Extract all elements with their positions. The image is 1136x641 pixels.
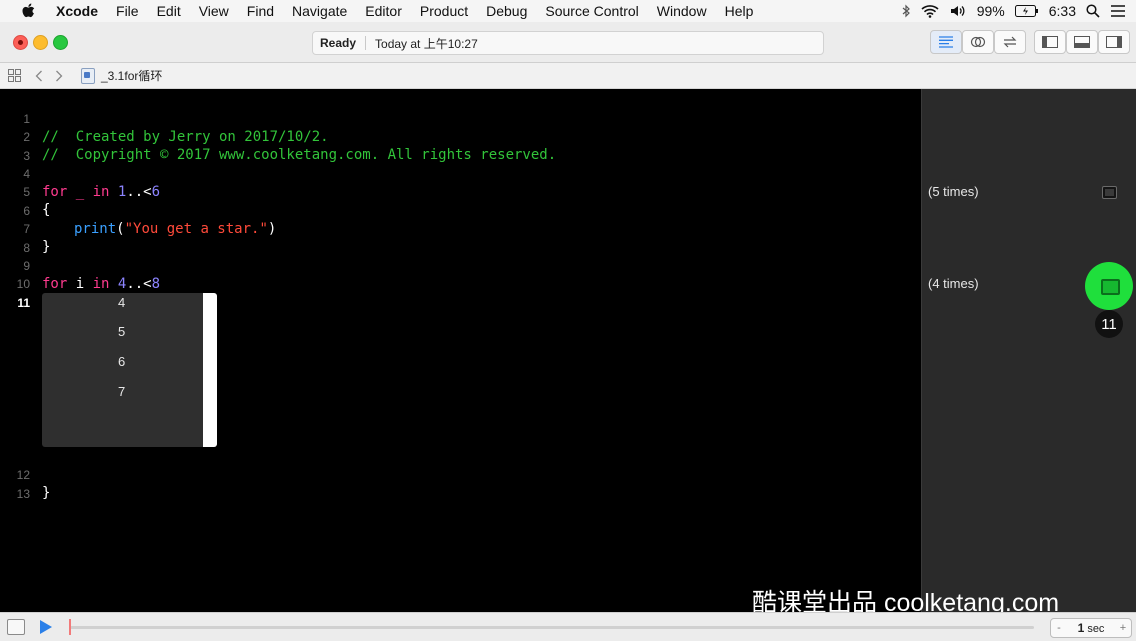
debug-area-panel-icon (1074, 36, 1090, 48)
related-items-icon[interactable] (8, 69, 21, 82)
standard-editor-button[interactable] (930, 30, 962, 54)
code-line: 5 { (0, 165, 921, 218)
result-value: 7 (118, 384, 126, 399)
code-line-current: 11 print(i) (0, 276, 921, 329)
bluetooth-icon[interactable] (901, 4, 911, 18)
code-line: 12 } (0, 448, 921, 501)
decrement-button[interactable]: - (1051, 622, 1067, 634)
increment-button[interactable]: + (1115, 622, 1131, 634)
result-value: 5 (118, 324, 126, 339)
quick-look-icon[interactable] (1102, 186, 1117, 199)
jump-bar: _3.1for循环 (0, 63, 1136, 89)
menu-help[interactable]: Help (725, 3, 754, 19)
back-chevron-icon[interactable] (35, 70, 43, 82)
menu-debug[interactable]: Debug (486, 3, 527, 19)
toggle-navigator-button[interactable] (1034, 30, 1066, 54)
window-toolbar: Ready Today at 上午10:27 (0, 22, 1136, 63)
spotlight-search-icon[interactable] (1086, 4, 1100, 18)
menu-file[interactable]: File (116, 3, 139, 19)
step-unit: sec (1087, 623, 1105, 635)
clock[interactable]: 6:33 (1049, 3, 1076, 19)
menu-editor[interactable]: Editor (365, 3, 402, 19)
result-summary: (5 times) (928, 184, 979, 199)
activity-view: Ready Today at 上午10:27 (312, 31, 824, 55)
code-line: 1 // Created by Jerry on 2017/10/2. (0, 92, 921, 145)
step-badge: 11 (1095, 310, 1123, 338)
run-playground-icon[interactable] (40, 620, 52, 634)
code-line: 6 print("You get a star.") (0, 184, 921, 237)
standard-editor-icon (939, 36, 953, 48)
utilities-panel-icon (1106, 36, 1122, 48)
close-window-button[interactable] (13, 35, 28, 50)
result-summary: (4 times) (928, 276, 979, 291)
forward-chevron-icon[interactable] (55, 70, 63, 82)
show-result-button[interactable] (1085, 262, 1133, 310)
inline-result-view[interactable]: 4 5 6 7 (42, 293, 217, 447)
battery-icon[interactable] (1014, 5, 1039, 17)
code-line: 8 (0, 221, 921, 255)
activity-divider (365, 36, 367, 50)
volume-icon[interactable] (949, 4, 967, 18)
toggle-utilities-button[interactable] (1098, 30, 1130, 54)
result-value: 4 (118, 295, 126, 310)
assistant-editor-button[interactable] (962, 30, 994, 54)
menu-product[interactable]: Product (420, 3, 468, 19)
menu-edit[interactable]: Edit (157, 3, 181, 19)
results-sidebar: (5 times) (4 times) (921, 89, 1136, 612)
hide-debug-area-icon[interactable] (7, 619, 25, 635)
step-value: 1 (1077, 621, 1085, 635)
timeline-marker[interactable] (69, 619, 71, 635)
build-timestamp: Today at 上午10:27 (375, 36, 478, 51)
navigator-panel-icon (1042, 36, 1058, 48)
menu-bar: Xcode File Edit View Find Navigate Edito… (0, 0, 1136, 22)
wifi-icon[interactable] (921, 4, 939, 18)
result-value: 6 (118, 354, 126, 369)
line-number: 13 (16, 487, 30, 501)
debug-bar: - 1 sec + (0, 612, 1136, 641)
minimize-window-button[interactable] (33, 35, 48, 50)
close-brace: } (42, 485, 51, 501)
battery-percent: 99% (976, 3, 1005, 19)
timeline-scrubber[interactable] (70, 626, 1034, 629)
version-editor-icon (1003, 36, 1017, 48)
jumpbar-file-name[interactable]: _3.1for循环 (101, 67, 162, 84)
step-duration-stepper[interactable]: - 1 sec + (1050, 618, 1132, 638)
zoom-window-button[interactable] (53, 35, 68, 50)
code-line: 7 } (0, 202, 921, 255)
menu-source-control[interactable]: Source Control (545, 3, 638, 19)
menu-window[interactable]: Window (657, 3, 707, 19)
version-editor-button[interactable] (994, 30, 1026, 54)
code-line: 10 { (0, 257, 921, 310)
current-line-number: 11 (17, 296, 30, 310)
apple-menu-icon[interactable] (18, 3, 38, 19)
toggle-debug-area-button[interactable] (1066, 30, 1098, 54)
code-line: 13 (0, 467, 921, 501)
menu-list-icon[interactable] (1110, 5, 1126, 17)
menu-xcode[interactable]: Xcode (56, 3, 98, 19)
result-view-scroll-strip[interactable] (203, 293, 217, 447)
code-line: 9 for i in 4..<8 (0, 239, 921, 292)
step-duration: 1 sec (1067, 621, 1115, 635)
menu-navigate[interactable]: Navigate (292, 3, 347, 19)
menu-find[interactable]: Find (247, 3, 274, 19)
status-area: 99% 6:33 (901, 0, 1126, 22)
code-line: 2 // Copyright © 2017 www.coolketang.com… (0, 110, 921, 163)
build-status: Ready (320, 36, 357, 50)
assistant-editor-icon (970, 36, 986, 48)
menu-view[interactable]: View (199, 3, 229, 19)
playground-file-icon (81, 67, 95, 84)
code-line: 3 (0, 129, 921, 163)
result-view-icon (1101, 279, 1120, 295)
code-line: 4 for _ in 1..<6 (0, 147, 921, 200)
